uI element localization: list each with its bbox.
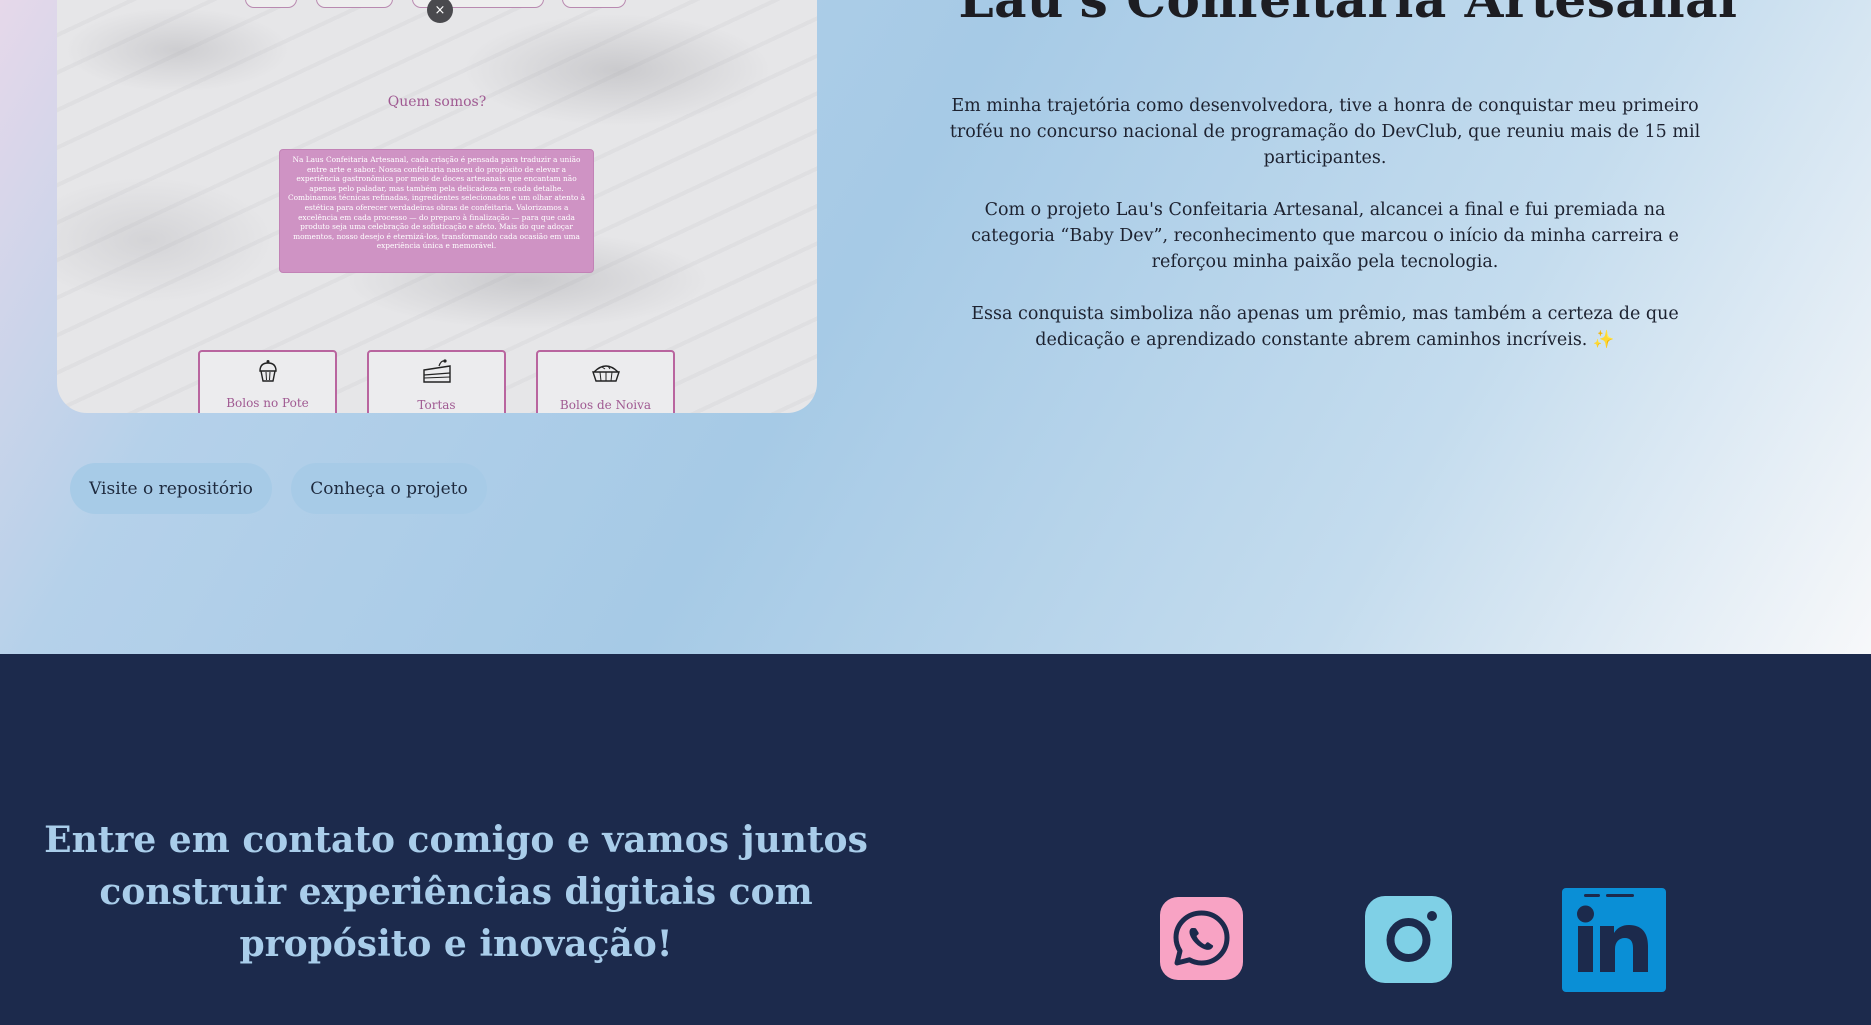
preview-about-text: Na Laus Confeitaria Artesanal, cada cria… xyxy=(279,149,594,273)
description-paragraph: Essa conquista simboliza não apenas um p… xyxy=(971,304,1679,350)
pie-icon xyxy=(591,365,620,382)
contact-heading: Entre em contato comigo e vamos juntos c… xyxy=(44,819,868,965)
description-paragraph: Em minha trajetória como desenvolvedora,… xyxy=(949,96,1701,168)
preview-nav-pill xyxy=(562,0,626,8)
preview-nav-pill xyxy=(245,0,297,8)
visit-repository-button[interactable]: Visite o repositório xyxy=(70,463,272,514)
preview-category-label: Bolos de Noiva xyxy=(559,398,652,412)
project-title: Lau's Confeitaria Artesanal xyxy=(880,0,1816,29)
instagram-icon[interactable] xyxy=(1365,896,1452,983)
preview-category-label: Tortas xyxy=(417,398,456,412)
preview-nav-pill xyxy=(316,0,393,8)
view-project-button[interactable]: Conheça o projeto xyxy=(291,463,487,514)
project-preview-image: × Quem somos? Na Laus Confeitaria Artesa… xyxy=(57,0,817,413)
cake-slice-icon xyxy=(422,359,451,383)
project-description: Em minha trajetória como desenvolvedora,… xyxy=(940,93,1710,379)
description-paragraph: Com o projeto Lau's Confeitaria Artesana… xyxy=(971,200,1679,272)
cupcake-icon xyxy=(258,360,277,382)
preview-category-label: Bolos no Pote xyxy=(226,396,309,410)
preview-category-card: Tortas xyxy=(367,350,506,413)
whatsapp-icon[interactable] xyxy=(1160,897,1243,980)
preview-category-card: Bolos no Pote xyxy=(198,350,337,413)
preview-section-heading: Quem somos? xyxy=(387,94,487,110)
linkedin-icon[interactable] xyxy=(1562,888,1666,992)
project-section: × Quem somos? Na Laus Confeitaria Artesa… xyxy=(0,0,1871,654)
contact-footer: Entre em contato comigo e vamos juntos c… xyxy=(0,654,1871,1025)
close-icon: × xyxy=(427,0,453,23)
preview-category-card: Bolos de Noiva xyxy=(536,350,675,413)
